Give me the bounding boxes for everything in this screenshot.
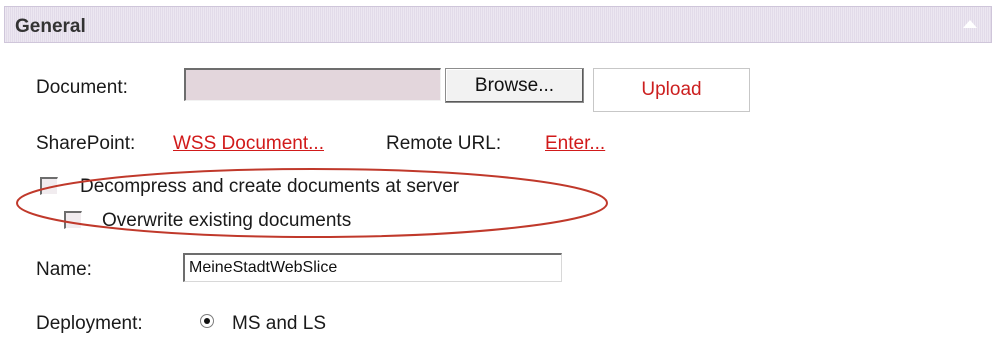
chevron-up-icon[interactable]	[963, 20, 977, 28]
section-header[interactable]: General	[4, 6, 992, 43]
annotation-ellipse	[16, 168, 608, 238]
deployment-option-label: MS and LS	[232, 313, 326, 334]
wss-document-link[interactable]: WSS Document...	[173, 133, 324, 155]
radio-dot	[204, 318, 210, 324]
remote-url-label: Remote URL:	[386, 133, 502, 154]
section-title: General	[15, 16, 86, 37]
document-label: Document:	[36, 77, 128, 98]
browse-button[interactable]: Browse...	[445, 68, 584, 103]
sharepoint-label: SharePoint:	[36, 133, 136, 154]
general-panel: General Document: Browse... Upload Share…	[0, 0, 995, 357]
remote-url-enter-link[interactable]: Enter...	[545, 133, 605, 155]
file-path-input[interactable]	[184, 68, 441, 101]
name-label: Name:	[36, 259, 92, 280]
upload-button[interactable]: Upload	[593, 68, 750, 112]
deployment-label: Deployment:	[36, 313, 143, 334]
name-input[interactable]	[183, 253, 562, 282]
radio-selected-icon[interactable]	[200, 314, 214, 328]
